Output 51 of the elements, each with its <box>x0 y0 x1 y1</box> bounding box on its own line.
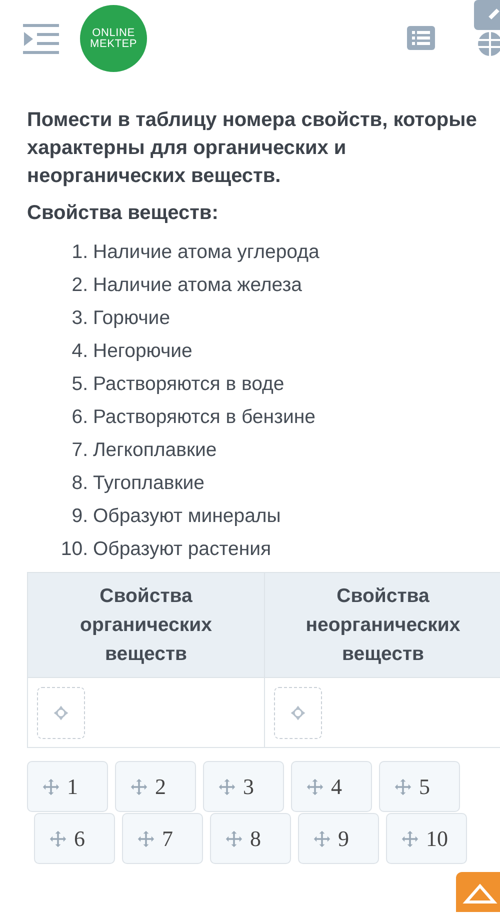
item-number: 6. <box>70 406 89 429</box>
draggable-tile[interactable]: 4 <box>291 761 372 812</box>
draggable-tile[interactable]: 1 <box>27 761 108 812</box>
item-number: 5. <box>70 373 89 396</box>
property-text: Образуют растения <box>93 538 272 561</box>
draggable-tile[interactable]: 5 <box>379 761 460 812</box>
property-text: Растворяются в бензине <box>93 406 316 429</box>
item-number: 8. <box>70 472 89 495</box>
move-icon <box>49 830 67 848</box>
item-number: 10. <box>60 538 89 561</box>
move-icon <box>290 705 306 721</box>
item-number: 3. <box>70 307 89 330</box>
draggable-tile[interactable]: 6 <box>34 813 115 864</box>
property-text: Наличие атома углерода <box>93 241 320 264</box>
move-icon <box>137 830 155 848</box>
menu-icon[interactable] <box>23 24 59 54</box>
move-icon <box>401 830 419 848</box>
item-number: 2. <box>70 274 89 297</box>
scroll-up-button[interactable] <box>456 872 500 912</box>
item-number: 7. <box>70 439 89 462</box>
list-title: Свойства веществ: <box>27 202 220 225</box>
property-text: Наличие атома железа <box>93 274 302 297</box>
drop-zone[interactable] <box>274 687 322 739</box>
column-header: Свойства органических веществ <box>28 573 265 678</box>
move-icon <box>42 778 60 796</box>
property-text: Негорючие <box>93 340 192 363</box>
move-icon <box>313 830 331 848</box>
draggable-tile[interactable]: 8 <box>210 813 291 864</box>
property-text: Легкоплавкие <box>93 439 217 462</box>
list-icon[interactable] <box>407 26 435 50</box>
draggable-tile[interactable]: 3 <box>203 761 284 812</box>
drop-zone[interactable] <box>37 687 85 739</box>
move-icon <box>225 830 243 848</box>
move-icon <box>130 778 148 796</box>
draggable-tile[interactable]: 7 <box>122 813 203 864</box>
draggable-tile[interactable]: 2 <box>115 761 196 812</box>
property-text: Образуют минералы <box>93 505 281 528</box>
question-text: Помести в таблицу номера свойств, которые характерны для органических и неорганических веществ. <box>27 108 478 189</box>
column-header: Свойства неорганических веществ <box>265 573 500 678</box>
property-text: Тугоплавкие <box>93 472 205 495</box>
item-number: 9. <box>70 505 89 528</box>
property-text: Растворяются в воде <box>93 373 284 396</box>
move-icon <box>306 778 324 796</box>
item-number: 1. <box>70 241 89 264</box>
move-icon <box>53 705 69 721</box>
draggable-tile[interactable]: 10 <box>386 813 467 864</box>
item-number: 4. <box>70 340 89 363</box>
draggable-tile[interactable]: 9 <box>298 813 379 864</box>
move-icon <box>394 778 412 796</box>
property-text: Горючие <box>93 307 170 330</box>
move-icon <box>218 778 236 796</box>
